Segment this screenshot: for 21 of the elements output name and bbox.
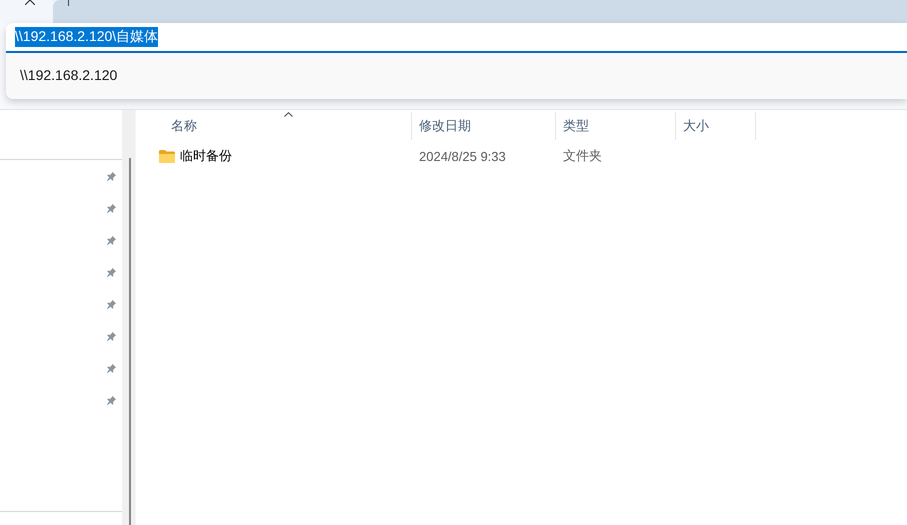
sort-caret-icon (284, 112, 292, 117)
suggestion-item[interactable]: \\192.168.2.120 (6, 53, 907, 97)
file-name[interactable]: 临时备份 (180, 147, 232, 165)
column-header[interactable]: 名称 (136, 112, 412, 140)
modified-date: 2024/8/25 9:33 (418, 148, 507, 164)
column-header[interactable]: 大小 (676, 112, 756, 140)
address-field[interactable]: \\192.168.2.120\自媒体 (6, 23, 907, 53)
column-header[interactable]: 类型 (556, 112, 676, 140)
pin-icon[interactable] (106, 394, 117, 406)
pin-icon[interactable] (106, 298, 117, 310)
pin-icon[interactable] (106, 170, 117, 182)
pin-icon[interactable] (106, 330, 117, 342)
pin-icon[interactable] (106, 362, 117, 374)
pin-icon[interactable] (106, 266, 117, 278)
pin-icon[interactable] (106, 234, 117, 246)
file-type: 文件夹 (562, 147, 603, 165)
pin-icon[interactable] (106, 202, 117, 214)
folder-icon (159, 150, 175, 162)
close-icon[interactable] (25, 0, 35, 5)
scrollbar[interactable] (122, 110, 136, 525)
column-header[interactable]: 修改日期 (412, 112, 556, 140)
